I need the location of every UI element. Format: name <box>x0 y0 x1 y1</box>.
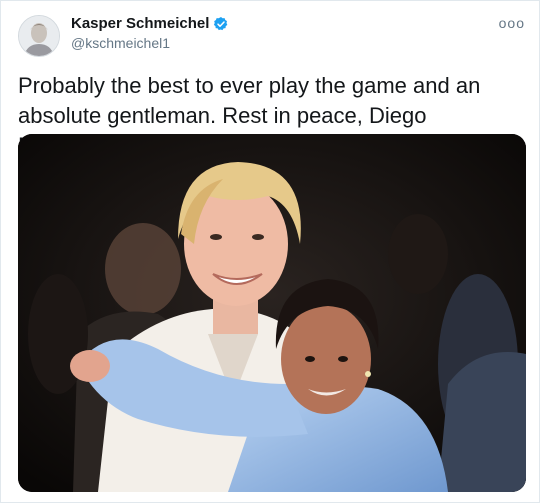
verified-badge-icon <box>214 16 228 30</box>
author-handle[interactable]: @kschmeichel1 <box>71 35 170 51</box>
author-avatar[interactable] <box>18 15 60 57</box>
photo-image <box>18 134 526 492</box>
author-name-text: Kasper Schmeichel <box>71 15 210 32</box>
tweet-photo[interactable] <box>18 134 526 492</box>
tweet-card[interactable]: Kasper Schmeichel @kschmeichel1 ooo Prob… <box>0 0 540 503</box>
author-name[interactable]: Kasper Schmeichel <box>71 15 229 32</box>
more-options-icon[interactable]: ooo <box>499 15 525 31</box>
person-portrait-icon <box>19 16 59 56</box>
